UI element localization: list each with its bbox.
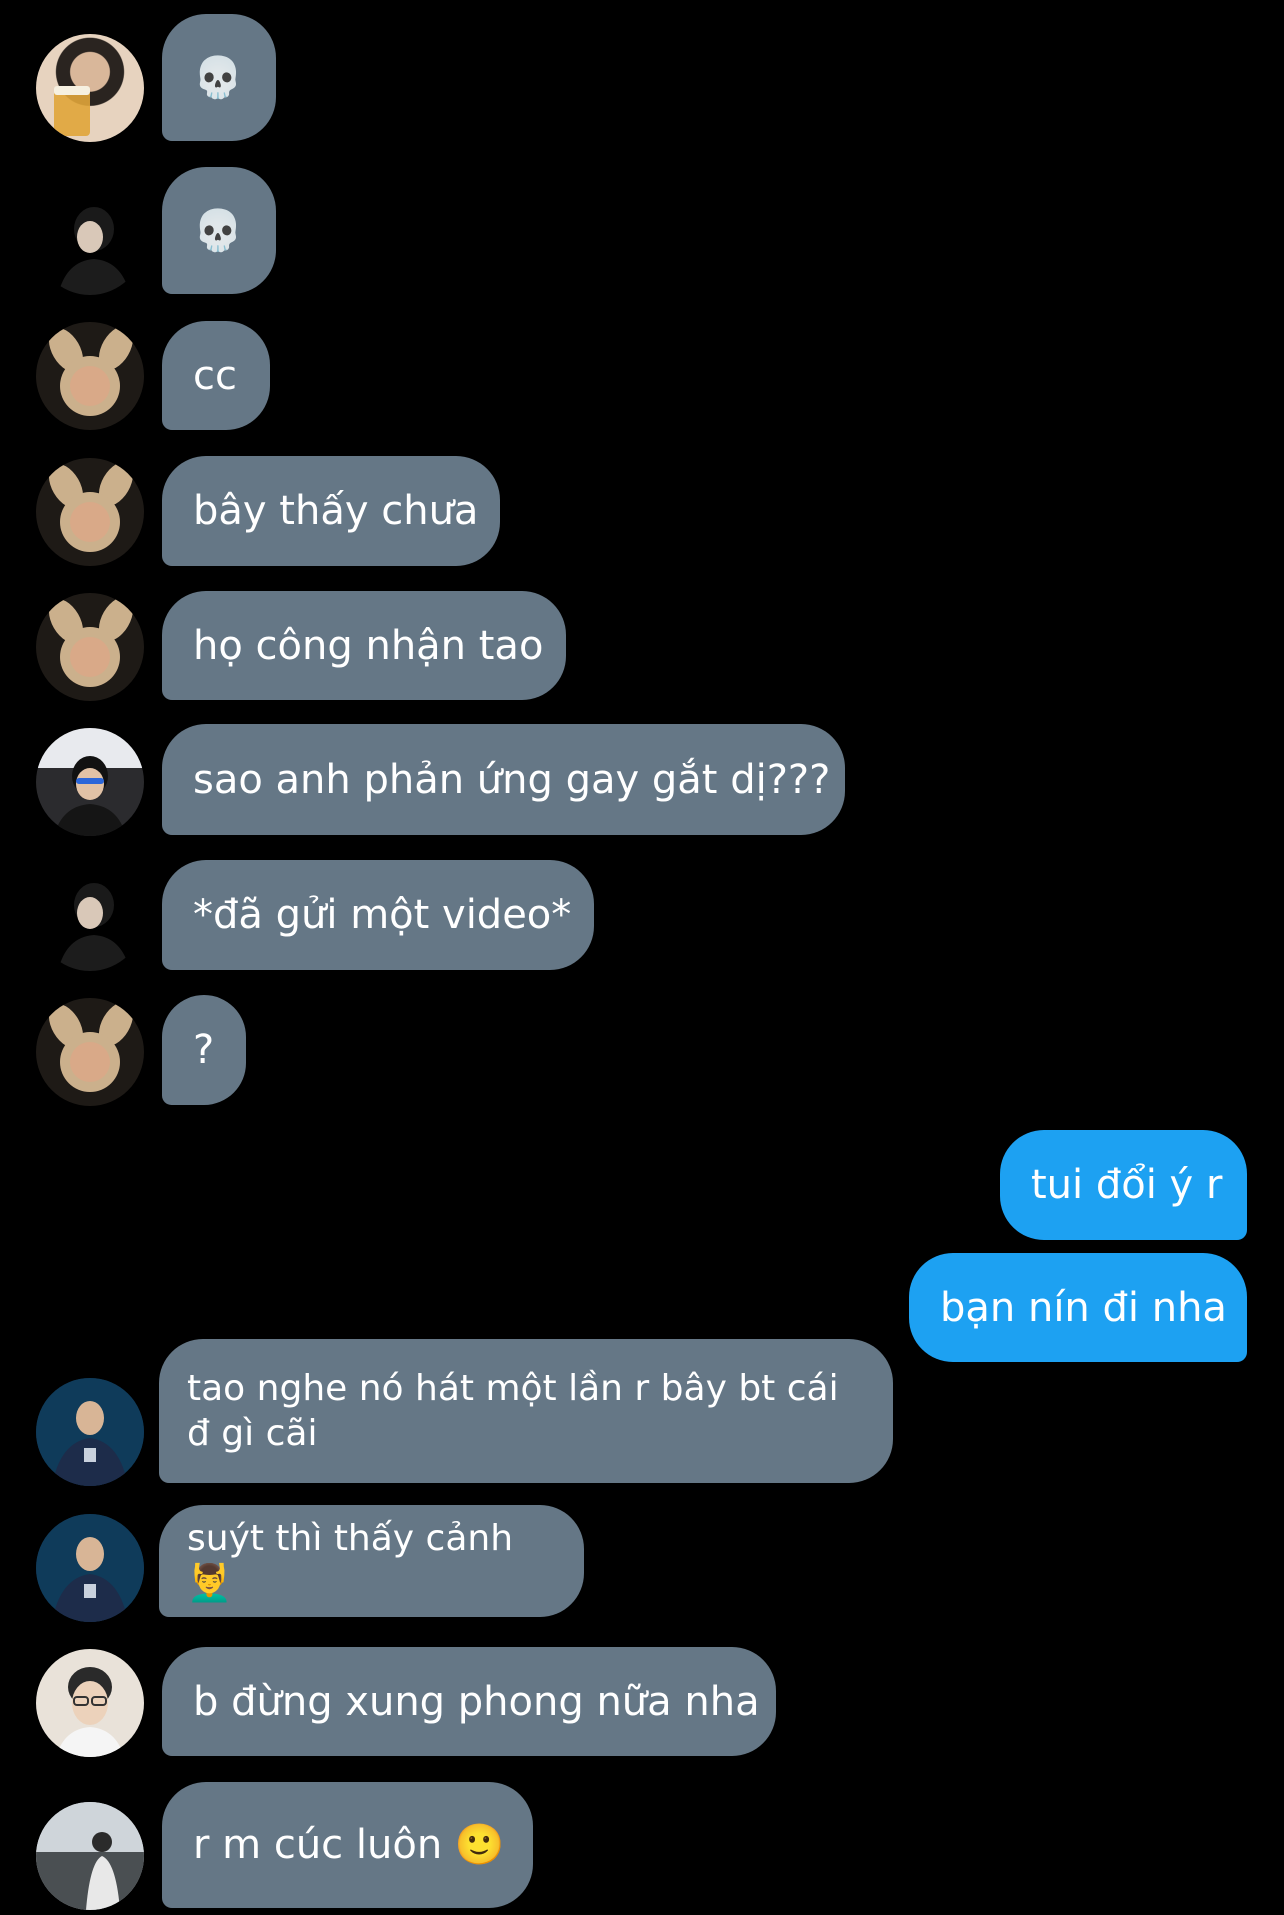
message-bubble[interactable]: tao nghe nó hát một lần r bây bt cái đ g… [159, 1339, 893, 1483]
person-jersey-icon [36, 1514, 144, 1622]
avatar-beer[interactable] [36, 34, 144, 142]
skull-emoji: 💀 [193, 207, 243, 254]
person-jersey-icon [36, 1378, 144, 1486]
bunny-ears-icon [48, 462, 134, 552]
message-text: sao anh phản ứng gay gắt dị??? [193, 756, 831, 803]
avatar-jersey[interactable] [36, 1378, 144, 1486]
avatar-bunny-ears[interactable] [36, 998, 144, 1106]
message-bubble[interactable]: *đã gửi một video* [162, 860, 594, 970]
message-bubble[interactable]: 💀 [162, 14, 276, 141]
message-text: tao nghe nó hát một lần r bây bt cái đ g… [187, 1368, 839, 1454]
message-bubble[interactable]: b đừng xung phong nữa nha [162, 1647, 776, 1756]
message-text: bạn nín đi nha [940, 1284, 1227, 1331]
beer-glass-icon [54, 86, 90, 136]
message-text: bây thấy chưa [193, 488, 479, 534]
skull-emoji: 💀 [193, 54, 243, 101]
avatar-bunny-ears[interactable] [36, 458, 144, 566]
message-bubble-outgoing[interactable]: bạn nín đi nha [909, 1253, 1247, 1362]
person-outdoor-icon [36, 1802, 144, 1910]
bunny-ears-icon [48, 597, 134, 687]
message-bubble[interactable]: 💀 [162, 167, 276, 294]
person-headset-icon [36, 728, 144, 836]
chat-screen: { "colors": { "background": "#000000", "… [0, 0, 1284, 1915]
message-bubble[interactable]: r m cúc luôn 🙂 [162, 1782, 533, 1908]
message-text: ? [193, 1027, 215, 1073]
message-bubble[interactable]: bây thấy chưa [162, 456, 500, 566]
message-bubble[interactable]: cc [162, 321, 270, 430]
message-text: b đừng xung phong nữa nha [193, 1678, 760, 1725]
person-smile-icon [56, 1667, 124, 1757]
person-profile-icon [58, 883, 130, 971]
avatar-headset[interactable] [36, 728, 144, 836]
message-bubble-outgoing[interactable]: tui đổi ý r [1000, 1130, 1247, 1240]
avatar-outdoor[interactable] [36, 1802, 144, 1910]
message-text: họ công nhận tao [193, 622, 544, 669]
message-text: tui đổi ý r [1031, 1162, 1223, 1208]
message-bubble[interactable]: sao anh phản ứng gay gắt dị??? [162, 724, 845, 835]
message-bubble[interactable]: suýt thì thấy cảnh 💆‍♂️ [159, 1505, 584, 1617]
message-bubble[interactable]: họ công nhận tao [162, 591, 566, 700]
person-profile-icon [58, 207, 130, 295]
message-text: cc [193, 352, 237, 399]
avatar-smile[interactable] [36, 1649, 144, 1757]
message-text: r m cúc luôn 🙂 [193, 1822, 505, 1868]
avatar-glasses-profile[interactable] [36, 863, 144, 971]
message-text: *đã gửi một video* [193, 892, 572, 938]
message-bubble[interactable]: ? [162, 995, 246, 1105]
avatar-glasses-profile[interactable] [36, 187, 144, 295]
bunny-ears-icon [48, 326, 134, 416]
avatar-bunny-ears[interactable] [36, 322, 144, 430]
avatar-jersey[interactable] [36, 1514, 144, 1622]
message-text: suýt thì thấy cảnh 💆‍♂️ [187, 1518, 514, 1604]
bunny-ears-icon [48, 1002, 134, 1092]
avatar-bunny-ears[interactable] [36, 593, 144, 701]
